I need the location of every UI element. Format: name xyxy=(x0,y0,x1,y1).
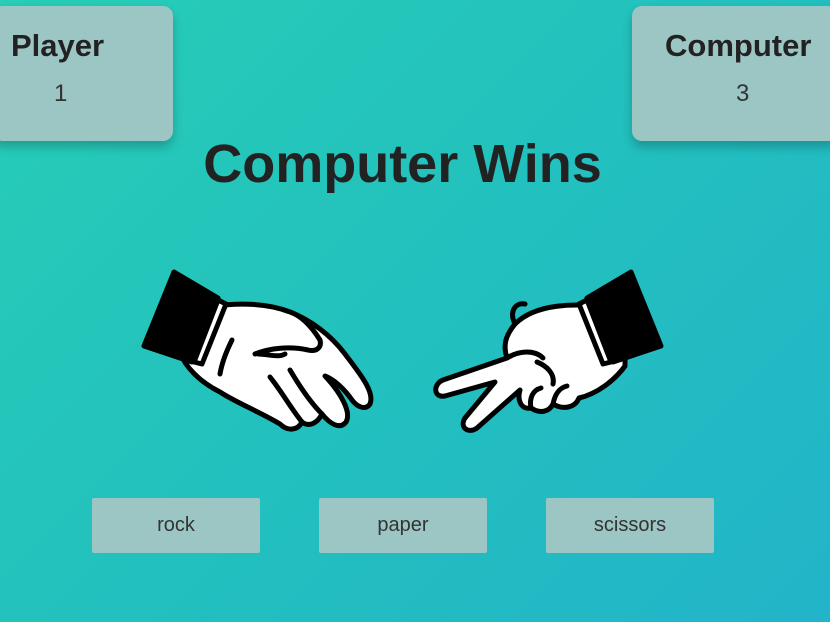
computer-label: Computer xyxy=(665,28,812,63)
scissors-hand-icon xyxy=(433,269,664,433)
player-score: 1 xyxy=(54,80,68,107)
paper-button[interactable]: paper xyxy=(319,498,487,553)
paper-hand-icon xyxy=(141,269,374,432)
computer-score: 3 xyxy=(736,80,750,107)
player-label: Player xyxy=(11,28,105,63)
rock-button[interactable]: rock xyxy=(92,498,260,553)
player-score-card: Player 1 xyxy=(0,6,173,141)
computer-score-card: Computer 3 xyxy=(632,6,830,141)
result-heading: Computer Wins xyxy=(203,134,602,194)
scissors-button[interactable]: scissors xyxy=(546,498,714,553)
